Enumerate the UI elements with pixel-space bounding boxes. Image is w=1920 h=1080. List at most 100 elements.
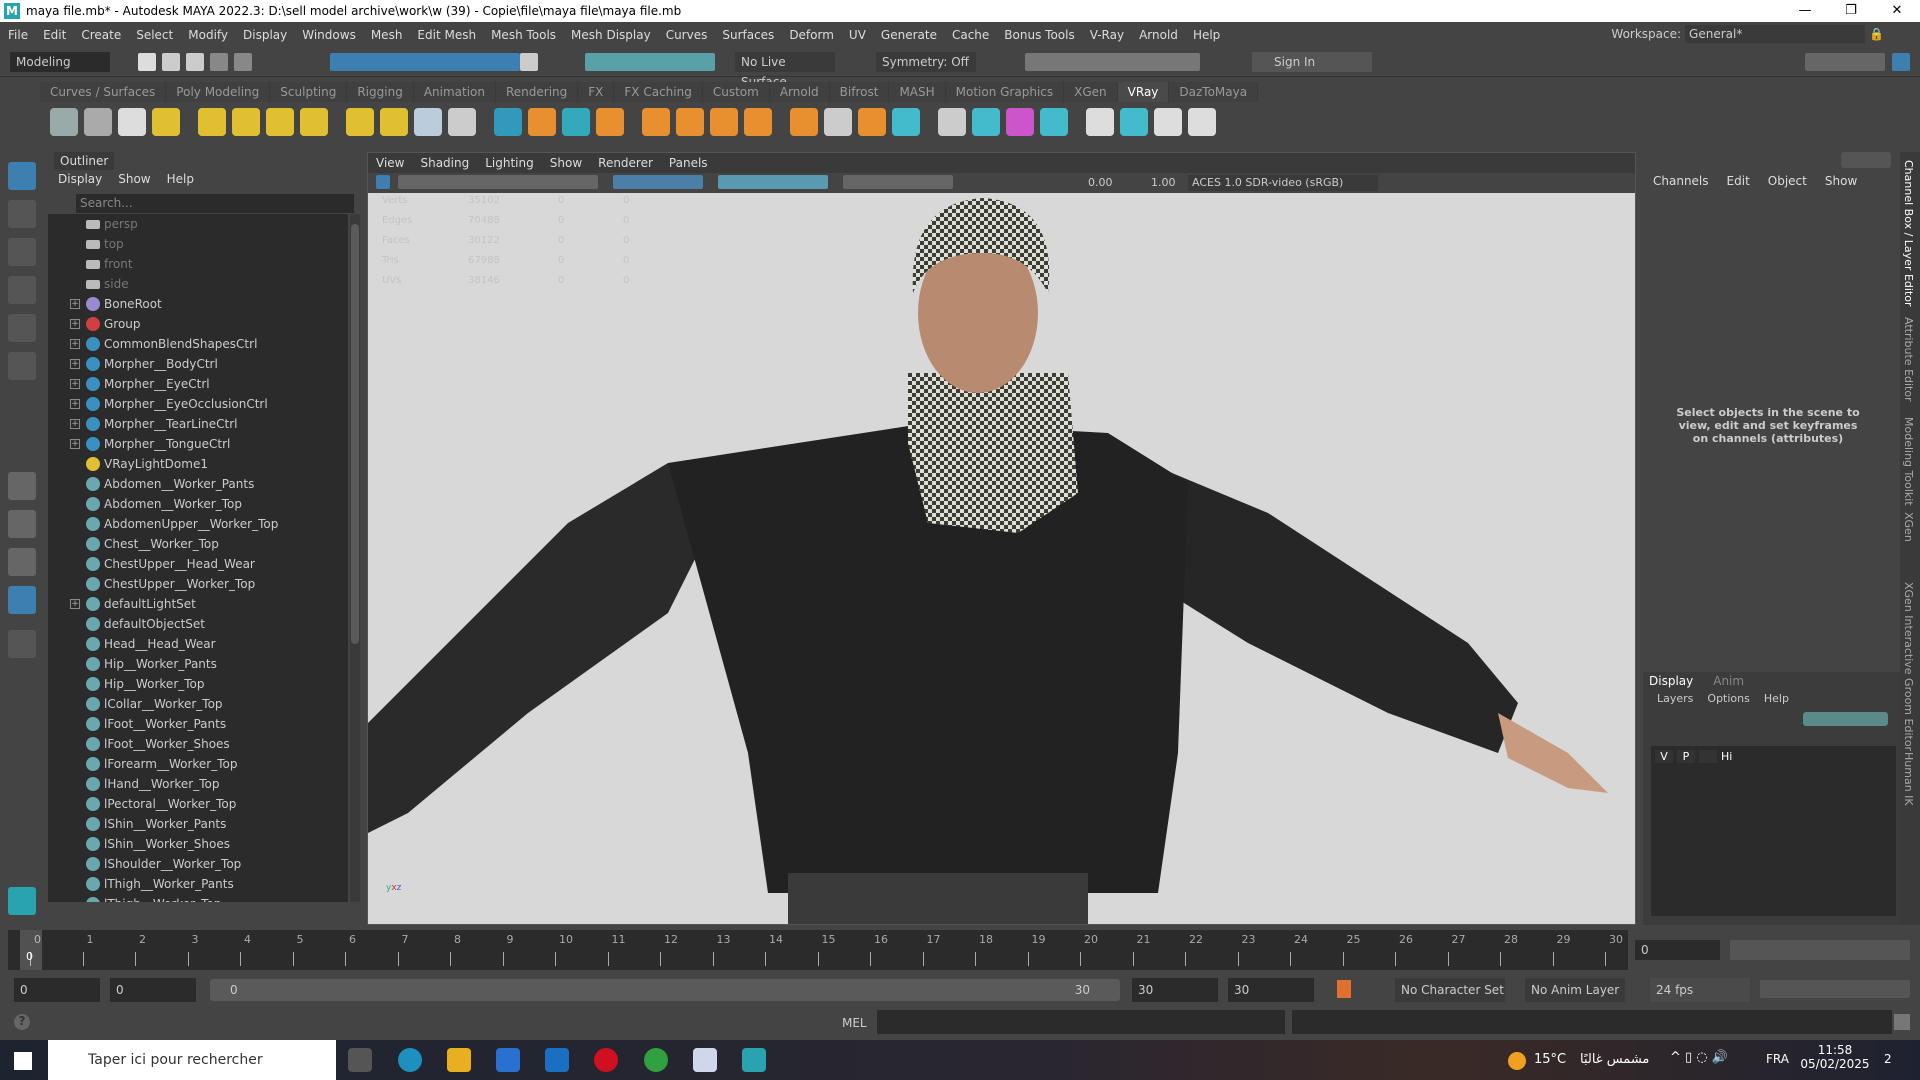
menu-help[interactable]: Help: [1193, 28, 1220, 42]
outliner-menu-show[interactable]: Show: [118, 172, 150, 186]
shelf-tool-icon[interactable]: [346, 108, 374, 136]
shelf-tab-fx-caching[interactable]: FX Caching: [614, 82, 703, 102]
menu-create[interactable]: Create: [81, 28, 121, 42]
exposure-field[interactable]: 0.00: [1088, 176, 1113, 189]
shelf-tab-fx[interactable]: FX: [578, 82, 615, 102]
menu-file[interactable]: File: [8, 28, 28, 42]
shelf-tool-icon[interactable]: [938, 108, 966, 136]
rotate-tool-icon[interactable]: [8, 314, 36, 342]
shelf-tool-icon[interactable]: [1188, 108, 1216, 136]
expand-icon[interactable]: +: [70, 319, 80, 329]
shelf-tab-rendering[interactable]: Rendering: [496, 82, 579, 102]
outliner-item[interactable]: defaultObjectSet: [48, 614, 348, 634]
shelf-tool-icon[interactable]: [972, 108, 1000, 136]
outliner-menu-display[interactable]: Display: [58, 172, 102, 186]
chrome-icon[interactable]: [644, 1048, 668, 1072]
tab-display[interactable]: Display: [1649, 674, 1693, 688]
single-perspective-layout-icon[interactable]: [8, 472, 36, 500]
minimize-button[interactable]: —: [1782, 0, 1828, 22]
shelf-tool-icon[interactable]: [596, 108, 624, 136]
store-icon[interactable]: [496, 1048, 520, 1072]
outliner-item[interactable]: + Morpher__EyeCtrl: [48, 374, 348, 394]
menu-edit[interactable]: Edit: [43, 28, 66, 42]
layers-menu[interactable]: Layers: [1657, 692, 1693, 705]
outliner-search-input[interactable]: Search...: [76, 194, 354, 213]
shelf-tab-bifrost[interactable]: Bifrost: [829, 82, 890, 102]
shelf-tool-icon[interactable]: [1086, 108, 1114, 136]
character-model[interactable]: [368, 193, 1635, 924]
workspace-dropdown[interactable]: General*: [1685, 25, 1866, 43]
shelf-tool-icon[interactable]: [528, 108, 556, 136]
scene-end-field[interactable]: 30: [1228, 978, 1314, 1002]
layer-action-icons[interactable]: [1803, 712, 1888, 726]
expand-icon[interactable]: +: [70, 599, 80, 609]
mel-input[interactable]: [877, 1010, 1285, 1034]
shelf-tool-icon[interactable]: [494, 108, 522, 136]
outliner-item[interactable]: lThigh__Worker_Top: [48, 894, 348, 902]
outliner-item[interactable]: lPectoral__Worker_Top: [48, 794, 348, 814]
expand-icon[interactable]: +: [70, 439, 80, 449]
taskbar-search-input[interactable]: Taper ici pour rechercher: [48, 1040, 336, 1080]
outliner-item[interactable]: Hip__Worker_Top: [48, 674, 348, 694]
edge-icon[interactable]: [398, 1048, 422, 1072]
shelf-tool-icon[interactable]: [300, 108, 328, 136]
select-tool-icon[interactable]: [8, 162, 36, 190]
playback-option-icons[interactable]: [1760, 980, 1910, 998]
expand-icon[interactable]: +: [70, 379, 80, 389]
outliner-item[interactable]: side: [48, 274, 348, 294]
shelf-tool-icon[interactable]: [152, 108, 180, 136]
menu-display[interactable]: Display: [243, 28, 287, 42]
close-button[interactable]: ✕: [1874, 0, 1920, 22]
outliner-item[interactable]: Abdomen__Worker_Pants: [48, 474, 348, 494]
outliner-item[interactable]: lShin__Worker_Shoes: [48, 834, 348, 854]
outliner-item[interactable]: AbdomenUpper__Worker_Top: [48, 514, 348, 534]
outliner-item[interactable]: + CommonBlendShapesCtrl: [48, 334, 348, 354]
weather-text[interactable]: مشمس غالبًا: [1580, 1052, 1649, 1067]
layer-row[interactable]: V P Hi: [1655, 750, 1732, 763]
shelf-tool-icon[interactable]: [710, 108, 738, 136]
outliner-item[interactable]: lFoot__Worker_Pants: [48, 714, 348, 734]
task-view-icon[interactable]: [348, 1048, 372, 1072]
input-language[interactable]: FRA: [1766, 1052, 1789, 1066]
new-scene-icon[interactable]: [138, 53, 156, 71]
shelf-tool-icon[interactable]: [266, 108, 294, 136]
script-editor-icon[interactable]: [1894, 1014, 1910, 1030]
shelf-tool-icon[interactable]: [1120, 108, 1148, 136]
two-panel-layout-icon[interactable]: [8, 548, 36, 576]
fps-dropdown[interactable]: 24 fps: [1650, 978, 1750, 1002]
outliner-scrollbar[interactable]: [350, 214, 360, 902]
time-slider[interactable]: 0 1 2 3 4 5 6 7 8 9 10 11 12 13 14 15 16 17 18 19 20 21 22 23 24…: [8, 930, 1628, 970]
shelf-tool-icon[interactable]: [744, 108, 772, 136]
menu-uv[interactable]: UV: [849, 28, 866, 42]
auto-key-icon[interactable]: [1337, 980, 1351, 998]
shelf-tab-rigging[interactable]: Rigging: [347, 82, 414, 102]
outliner-item[interactable]: lShin__Worker_Pants: [48, 814, 348, 834]
render-icons[interactable]: [1025, 53, 1200, 71]
shelf-tab-mash[interactable]: MASH: [889, 82, 946, 102]
shelf-tool-icon[interactable]: [380, 108, 408, 136]
shelf-tab-arnold[interactable]: Arnold: [769, 82, 830, 102]
shelf-tool-icon[interactable]: [448, 108, 476, 136]
playback-controls[interactable]: [1730, 940, 1910, 960]
shelf-tool-icon[interactable]: [676, 108, 704, 136]
panel-header-icons[interactable]: [1841, 152, 1891, 168]
windows-start-icon[interactable]: [14, 1052, 32, 1070]
shelf-tab-poly-modeling[interactable]: Poly Modeling: [166, 82, 271, 102]
options-menu[interactable]: Options: [1707, 692, 1749, 705]
viewport-menu-lighting[interactable]: Lighting: [485, 153, 534, 173]
expand-icon[interactable]: +: [70, 399, 80, 409]
expand-icon[interactable]: +: [70, 359, 80, 369]
outliner-item[interactable]: + Morpher__TearLineCtrl: [48, 414, 348, 434]
viewport-menu-shading[interactable]: Shading: [420, 153, 469, 173]
range-slider[interactable]: 0 30: [210, 979, 1120, 1001]
shelf-tool-icon[interactable]: [790, 108, 818, 136]
weather-icon[interactable]: [1508, 1052, 1526, 1070]
menu-modify[interactable]: Modify: [188, 28, 228, 42]
maya-taskbar-icon[interactable]: [742, 1048, 766, 1072]
shelf-tool-icon[interactable]: [562, 108, 590, 136]
file-explorer-icon[interactable]: [447, 1048, 471, 1072]
shelf-tool-icon[interactable]: [50, 108, 78, 136]
redo-icon[interactable]: [234, 53, 252, 71]
lock-icon[interactable]: 🔒: [1869, 27, 1884, 41]
anim-layer-dropdown[interactable]: No Anim Layer: [1525, 978, 1625, 1002]
